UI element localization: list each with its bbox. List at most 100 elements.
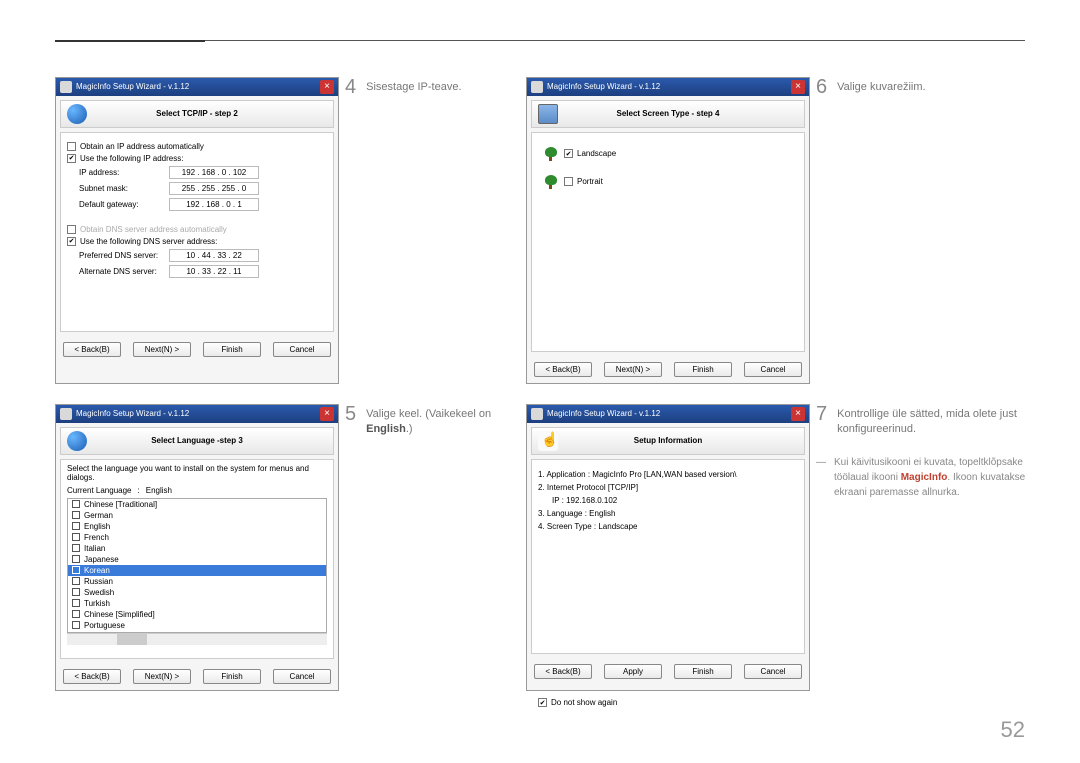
language-item[interactable]: German [68, 510, 326, 521]
titlebar[interactable]: MagicInfo Setup Wizard - v.1.12 × [56, 405, 338, 423]
back-button[interactable]: < Back(B) [63, 342, 121, 357]
page-number: 52 [1001, 717, 1025, 743]
finish-button[interactable]: Finish [203, 669, 261, 684]
back-button[interactable]: < Back(B) [63, 669, 121, 684]
finish-button[interactable]: Finish [674, 362, 732, 377]
step-7: 7 Kontrollige üle sätted, mida olete jus… [816, 404, 1036, 438]
step-header: Select Screen Type - step 4 [531, 100, 805, 128]
language-label: Italian [84, 544, 105, 553]
next-button[interactable]: Next(N) > [133, 342, 191, 357]
window-title: MagicInfo Setup Wizard - v.1.12 [547, 409, 660, 418]
info-screen-label: 4. Screen Type : [538, 522, 596, 531]
window-title: MagicInfo Setup Wizard - v.1.12 [76, 82, 189, 91]
language-item[interactable]: Turkish [68, 598, 326, 609]
language-label: Korean [84, 566, 110, 575]
finish-button[interactable]: Finish [674, 664, 732, 679]
info-app-value: MagicInfo Pro [LAN,WAN based version\ [592, 470, 736, 479]
globe-icon [67, 104, 87, 124]
checkbox-noshow[interactable] [538, 698, 547, 707]
step-header: Setup Information [531, 427, 805, 455]
language-item[interactable]: Portuguese [68, 620, 326, 631]
next-button[interactable]: Next(N) > [133, 669, 191, 684]
titlebar[interactable]: MagicInfo Setup Wizard - v.1.12 × [56, 78, 338, 96]
step-header: Select Language -step 3 [60, 427, 334, 455]
step-number: 5 [345, 404, 356, 691]
info-lang-value: English [589, 509, 615, 518]
cancel-button[interactable]: Cancel [744, 362, 802, 377]
language-label: Turkish [84, 599, 110, 608]
apply-button[interactable]: Apply [604, 664, 662, 679]
gateway-field[interactable]: 192 . 168 . 0 . 1 [169, 198, 259, 211]
step-text: Valige keel. (Vaikekeel on English.) [366, 404, 520, 691]
back-button[interactable]: < Back(B) [534, 362, 592, 377]
lang-description: Select the language you want to install … [67, 464, 327, 482]
language-item[interactable]: Italian [68, 543, 326, 554]
back-button[interactable]: < Back(B) [534, 664, 592, 679]
info-ip-label: IP : [552, 496, 564, 505]
note-magicinfo: Kui käivitusikooni ei kuvata, topeltklõp… [816, 455, 1036, 500]
checkbox-icon [72, 599, 80, 607]
label-noshow: Do not show again [551, 698, 617, 707]
checkbox-icon [72, 588, 80, 596]
hand-pointer-icon [538, 431, 558, 451]
app-icon [60, 408, 72, 420]
checkbox-portrait[interactable] [564, 177, 573, 186]
checkbox-landscape[interactable] [564, 149, 573, 158]
language-item[interactable]: Japanese [68, 554, 326, 565]
cancel-button[interactable]: Cancel [273, 669, 331, 684]
next-button[interactable]: Next(N) > [604, 362, 662, 377]
close-icon[interactable]: × [320, 80, 334, 94]
step-number: 6 [816, 77, 827, 384]
pref-dns-field[interactable]: 10 . 44 . 33 . 22 [169, 249, 259, 262]
info-lang-label: 3. Language : [538, 509, 587, 518]
window-title: MagicInfo Setup Wizard - v.1.12 [547, 82, 660, 91]
language-item[interactable]: Chinese [Simplified] [68, 609, 326, 620]
language-label: Chinese [Simplified] [84, 610, 155, 619]
label-subnet: Subnet mask: [79, 184, 169, 193]
language-item[interactable]: English [68, 521, 326, 532]
checkbox-icon [72, 555, 80, 563]
step-text: Kontrollige üle sätted, mida olete just … [837, 404, 1036, 438]
checkbox-auto-dns [67, 225, 76, 234]
close-icon[interactable]: × [791, 407, 805, 421]
language-label: Swedish [84, 588, 114, 597]
window-language: MagicInfo Setup Wizard - v.1.12 × Select… [55, 404, 339, 691]
ip-field[interactable]: 192 . 168 . 0 . 102 [169, 166, 259, 179]
alt-dns-field[interactable]: 10 . 33 . 22 . 11 [169, 265, 259, 278]
subnet-field[interactable]: 255 . 255 . 255 . 0 [169, 182, 259, 195]
checkbox-icon [72, 566, 80, 574]
language-label: English [84, 522, 110, 531]
scrollbar-horizontal[interactable] [67, 633, 327, 645]
language-item[interactable]: Chinese [Traditional] [68, 499, 326, 510]
language-label: Russian [84, 577, 113, 586]
language-label: Portuguese [84, 621, 125, 630]
language-item[interactable]: Russian [68, 576, 326, 587]
language-item[interactable]: Swedish [68, 587, 326, 598]
language-item[interactable]: French [68, 532, 326, 543]
close-icon[interactable]: × [791, 80, 805, 94]
language-list[interactable]: Chinese [Traditional]GermanEnglishFrench… [67, 498, 327, 633]
language-label: Japanese [84, 555, 119, 564]
cancel-button[interactable]: Cancel [744, 664, 802, 679]
titlebar[interactable]: MagicInfo Setup Wizard - v.1.12 × [527, 78, 809, 96]
label-use-dns: Use the following DNS server address: [80, 237, 217, 246]
cancel-button[interactable]: Cancel [273, 342, 331, 357]
checkbox-icon [72, 610, 80, 618]
window-title: MagicInfo Setup Wizard - v.1.12 [76, 409, 189, 418]
step-text: Valige kuvarežiim. [837, 77, 925, 384]
checkbox-auto-ip[interactable] [67, 142, 76, 151]
titlebar[interactable]: MagicInfo Setup Wizard - v.1.12 × [527, 405, 809, 423]
tree-landscape-icon [544, 147, 558, 161]
step-6: 6 Valige kuvarežiim. [816, 77, 1036, 384]
finish-button[interactable]: Finish [203, 342, 261, 357]
step-text: Sisestage IP-teave. [366, 77, 461, 384]
window-screen-type: MagicInfo Setup Wizard - v.1.12 × Select… [526, 77, 810, 384]
checkbox-use-ip[interactable] [67, 154, 76, 163]
label-pref-dns: Preferred DNS server: [79, 251, 169, 260]
close-icon[interactable]: × [320, 407, 334, 421]
label-portrait: Portrait [577, 177, 603, 186]
checkbox-icon [72, 544, 80, 552]
checkbox-use-dns[interactable] [67, 237, 76, 246]
step-5: 5 Valige keel. (Vaikekeel on English.) [345, 404, 520, 691]
language-item[interactable]: Korean [68, 565, 326, 576]
